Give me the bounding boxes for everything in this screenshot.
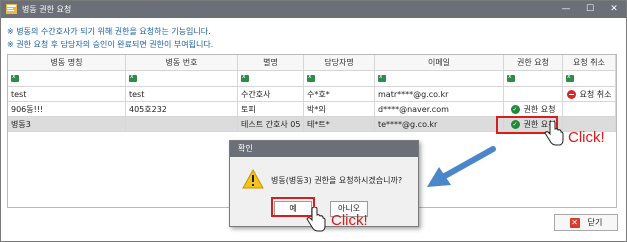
cell-manager: 박*의	[304, 102, 375, 117]
filter-icon	[566, 73, 574, 82]
col-header-cancel[interactable]: 요청 취소	[563, 55, 616, 71]
filter-cell-nickname[interactable]	[238, 71, 304, 87]
col-header-email[interactable]: 이메일	[375, 55, 504, 71]
cell-email: matr****@g.co.kr	[375, 87, 504, 102]
minus-circle-icon	[566, 89, 576, 99]
cell-manager: 수*호*	[304, 87, 375, 102]
cell-nickname: 토피	[238, 102, 304, 117]
window-title: 병동 권한 요청	[22, 5, 72, 14]
filter-cell-ward-name[interactable]	[8, 71, 126, 87]
app-icon	[6, 4, 17, 14]
cell-ward-name: 906동!!!	[8, 102, 126, 117]
filter-cell-manager[interactable]	[304, 71, 375, 87]
filter-cell-cancel[interactable]	[563, 71, 616, 87]
filter-icon	[378, 73, 386, 82]
table-row[interactable]: 906동!!! 405호232 토피 박*의 d****@naver.com ✓…	[8, 102, 616, 117]
hand-cursor-icon	[306, 207, 326, 232]
cell-ward-no	[126, 117, 238, 132]
table-header: 병동 명칭 병동 번호 별명 담당자명 이메일 권한 요청 요청 취소	[8, 55, 616, 71]
col-header-nickname[interactable]: 별명	[238, 55, 304, 71]
click-annotation-1: Click!	[568, 129, 605, 146]
close-button[interactable]: ✕ 닫기	[554, 214, 618, 231]
cell-manager: 테*트*	[304, 117, 375, 132]
filter-row	[8, 71, 616, 87]
close-button-label: 닫기	[587, 218, 603, 227]
table-row[interactable]: test test 수간호사 수*호* matr****@g.co.kr 요청 …	[8, 87, 616, 102]
filter-icon	[241, 73, 249, 82]
filter-cell-request[interactable]	[504, 71, 563, 87]
cell-nickname: 수간호사	[238, 87, 304, 102]
col-header-ward-name[interactable]: 병동 명칭	[8, 55, 126, 71]
cell-ward-no: 405호232	[126, 102, 238, 117]
cell-nickname: 테스트 간호사 05	[238, 117, 304, 132]
ward-permission-window: 병동 권한 요청 — ☐ ✕ ※ 병동의 수간호사가 되기 위해 권한을 요청하…	[0, 0, 627, 242]
check-circle-icon: ✓	[510, 104, 520, 114]
filter-cell-email[interactable]	[375, 71, 504, 87]
minimize-button[interactable]: —	[554, 1, 578, 18]
request-permission-label: 권한 요청	[523, 104, 556, 114]
cell-ward-name: test	[8, 87, 126, 102]
close-icon: ✕	[569, 217, 580, 228]
request-permission-button[interactable]: ✓ 권한 요청	[504, 102, 563, 117]
cell-request	[504, 87, 563, 102]
filter-icon	[11, 73, 19, 82]
cell-cancel	[563, 102, 616, 117]
cancel-request-label: 요청 취소	[579, 89, 612, 99]
notice-line-1: ※ 병동의 수간호사가 되기 위해 권한을 요청하는 기능입니다.	[7, 27, 211, 36]
col-header-manager[interactable]: 담당자명	[304, 55, 375, 71]
warning-icon	[242, 169, 264, 189]
filter-cell-ward-no[interactable]	[126, 71, 238, 87]
dialog-title: 확인	[230, 141, 418, 157]
dialog-message: 병동(병동3) 권한을 요청하시겠습니까?	[271, 176, 403, 185]
cell-email: d****@naver.com	[375, 102, 504, 117]
cancel-request-button[interactable]: 요청 취소	[563, 87, 616, 102]
filter-icon	[129, 73, 137, 82]
hand-cursor-icon	[544, 121, 564, 146]
col-header-ward-no[interactable]: 병동 번호	[126, 55, 238, 71]
cell-email: te****@g.co.kr	[375, 117, 504, 132]
window-close-button[interactable]: ✕	[602, 1, 626, 18]
cell-ward-no: test	[126, 87, 238, 102]
filter-icon	[507, 73, 515, 82]
maximize-button[interactable]: ☐	[578, 1, 602, 18]
filter-icon	[307, 73, 315, 82]
notice-line-2: ※ 권한 요청 후 담당자의 승인이 완료되면 권한이 부여됩니다.	[7, 40, 214, 49]
cell-ward-name: 병동3	[8, 117, 126, 132]
title-bar: 병동 권한 요청 — ☐ ✕	[1, 1, 626, 18]
click-annotation-2: Click!	[331, 212, 368, 229]
col-header-request[interactable]: 권한 요청	[504, 55, 563, 71]
